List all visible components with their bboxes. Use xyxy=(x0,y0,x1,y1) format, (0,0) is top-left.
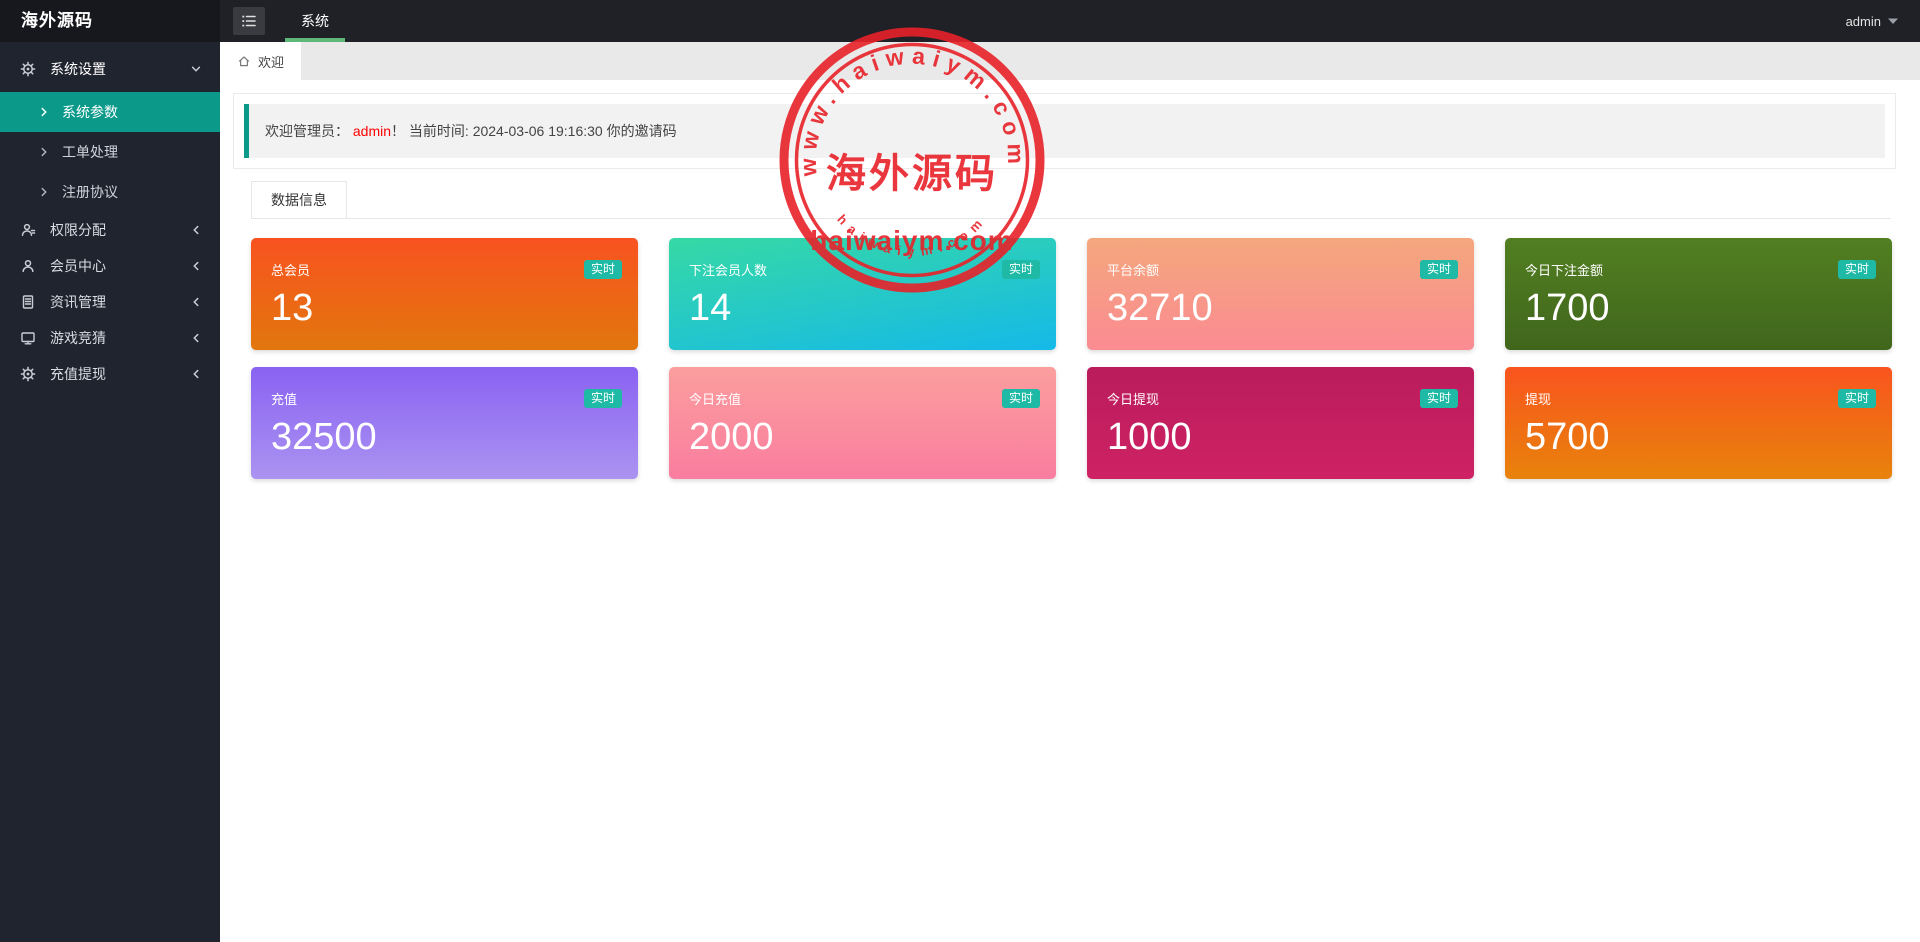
stats-tab-header: 数据信息 xyxy=(251,181,1891,219)
realtime-badge: 实时 xyxy=(584,389,622,408)
sidebar-item-work-orders[interactable]: 工单处理 xyxy=(0,132,220,172)
realtime-badge: 实时 xyxy=(584,260,622,279)
user-menu[interactable]: admin xyxy=(1846,14,1898,29)
stat-card-betting-members: 下注会员人数 14 实时 xyxy=(669,238,1056,350)
sidebar-item-label: 工单处理 xyxy=(62,142,202,162)
chevron-down-icon xyxy=(190,63,202,75)
top-header: 海外源码 系统 admin xyxy=(0,0,1920,42)
stat-label: 今日充值 xyxy=(689,389,1036,408)
stat-label: 今日提现 xyxy=(1107,389,1454,408)
stat-card-withdraw: 提现 5700 实时 xyxy=(1505,367,1892,479)
sidebar-item-label: 会员中心 xyxy=(50,256,190,276)
stat-label: 今日下注金额 xyxy=(1525,260,1872,279)
hamburger-icon xyxy=(241,14,257,28)
stat-card-today-bet-amount: 今日下注金额 1700 实时 xyxy=(1505,238,1892,350)
chevron-left-icon xyxy=(190,368,202,380)
username: admin xyxy=(1846,14,1881,29)
sidebar-item-recharge-withdraw[interactable]: 充值提现 xyxy=(0,356,220,392)
chevron-left-icon xyxy=(190,260,202,272)
sidebar-item-news-management[interactable]: 资讯管理 xyxy=(0,284,220,320)
sidebar-item-label: 游戏竞猜 xyxy=(50,328,190,348)
document-icon xyxy=(20,294,36,310)
realtime-badge: 实时 xyxy=(1002,389,1040,408)
stat-value: 1000 xyxy=(1107,418,1454,456)
realtime-badge: 实时 xyxy=(1838,389,1876,408)
tab-welcome-label: 欢迎 xyxy=(258,52,284,71)
chevron-right-icon xyxy=(38,186,50,198)
sidebar-item-system-params[interactable]: 系统参数 xyxy=(0,92,220,132)
stat-value: 13 xyxy=(271,289,618,327)
chevron-left-icon xyxy=(190,224,202,236)
stat-value: 32710 xyxy=(1107,289,1454,327)
page-tab-bar: 欢迎 xyxy=(220,42,1920,80)
stat-label: 总会员 xyxy=(271,260,618,279)
realtime-badge: 实时 xyxy=(1420,260,1458,279)
sidebar-item-label: 注册协议 xyxy=(62,182,202,202)
stat-card-total-members: 总会员 13 实时 xyxy=(251,238,638,350)
sidebar-item-member-center[interactable]: 会员中心 xyxy=(0,248,220,284)
gear-icon xyxy=(20,61,36,77)
realtime-badge: 实时 xyxy=(1420,389,1458,408)
stat-label: 下注会员人数 xyxy=(689,260,1036,279)
chevron-right-icon xyxy=(38,146,50,158)
tab-data-info[interactable]: 数据信息 xyxy=(251,181,347,219)
sidebar-item-label: 充值提现 xyxy=(50,364,190,384)
welcome-card: 欢迎管理员： admin！ 当前时间: 2024-03-06 19:16:30 … xyxy=(233,93,1896,169)
welcome-username: admin xyxy=(353,123,391,139)
gear-small-icon xyxy=(20,366,36,382)
stats-section: 数据信息 总会员 13 实时 下注会员人数 14 实时 平台余额 32710 实… xyxy=(251,181,1891,479)
chevron-right-icon xyxy=(38,106,50,118)
stat-card-recharge: 充值 32500 实时 xyxy=(251,367,638,479)
sidebar-item-label: 系统设置 xyxy=(50,59,190,79)
chevron-left-icon xyxy=(190,296,202,308)
sidebar-item-label: 权限分配 xyxy=(50,220,190,240)
user-icon xyxy=(20,258,36,274)
sidebar-toggle-button[interactable] xyxy=(233,7,265,35)
welcome-prefix: 欢迎管理员： xyxy=(265,123,349,139)
sidebar-item-label: 系统参数 xyxy=(62,102,202,122)
stat-card-today-recharge: 今日充值 2000 实时 xyxy=(669,367,1056,479)
top-nav-system[interactable]: 系统 xyxy=(285,0,345,42)
sidebar: 系统设置 系统参数 工单处理 注册协议 权限分配 xyxy=(0,42,220,942)
sidebar-item-permissions[interactable]: 权限分配 xyxy=(0,212,220,248)
monitor-icon xyxy=(20,330,36,346)
sidebar-item-game-betting[interactable]: 游戏竞猜 xyxy=(0,320,220,356)
stat-value: 1700 xyxy=(1525,289,1872,327)
welcome-alert: 欢迎管理员： admin！ 当前时间: 2024-03-06 19:16:30 … xyxy=(244,104,1885,158)
stat-value: 5700 xyxy=(1525,418,1872,456)
welcome-suffix: ！ 当前时间: 2024-03-06 19:16:30 你的邀请码 xyxy=(391,123,677,139)
user-permission-icon xyxy=(20,222,36,238)
sidebar-item-label: 资讯管理 xyxy=(50,292,190,312)
stat-value: 14 xyxy=(689,289,1036,327)
realtime-badge: 实时 xyxy=(1002,260,1040,279)
realtime-badge: 实时 xyxy=(1838,260,1876,279)
home-icon xyxy=(237,54,251,68)
stat-label: 充值 xyxy=(271,389,618,408)
stat-value: 2000 xyxy=(689,418,1036,456)
content: 欢迎管理员： admin！ 当前时间: 2024-03-06 19:16:30 … xyxy=(220,80,1920,479)
sidebar-item-system-settings[interactable]: 系统设置 xyxy=(0,46,220,92)
app-logo: 海外源码 xyxy=(0,0,220,42)
stats-cards-grid: 总会员 13 实时 下注会员人数 14 实时 平台余额 32710 实时 今日下… xyxy=(251,238,1891,479)
chevron-left-icon xyxy=(190,332,202,344)
stat-card-platform-balance: 平台余额 32710 实时 xyxy=(1087,238,1474,350)
stat-label: 平台余额 xyxy=(1107,260,1454,279)
sidebar-item-registration-agreement[interactable]: 注册协议 xyxy=(0,172,220,212)
stat-card-today-withdraw: 今日提现 1000 实时 xyxy=(1087,367,1474,479)
tab-welcome[interactable]: 欢迎 xyxy=(220,42,301,80)
stat-label: 提现 xyxy=(1525,389,1872,408)
main-area: 欢迎 欢迎管理员： admin！ 当前时间: 2024-03-06 19:16:… xyxy=(220,42,1920,942)
caret-down-icon xyxy=(1888,18,1898,25)
stat-value: 32500 xyxy=(271,418,618,456)
